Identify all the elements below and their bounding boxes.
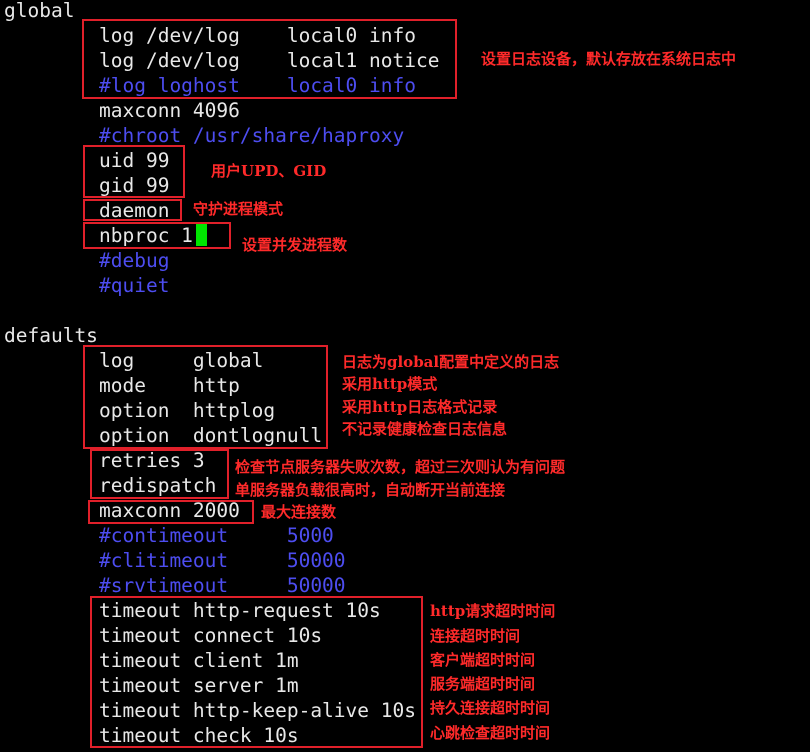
- config-line: log global: [99, 349, 264, 372]
- config-comment-line: #quiet: [99, 274, 170, 297]
- note-timeout-client: 客户端超时时间: [430, 651, 536, 669]
- config-comment-line: #srvtimeout 50000: [99, 574, 346, 597]
- config-comment-line: #chroot /usr/share/haproxy: [99, 124, 405, 147]
- note-nbproc: 设置并发进程数: [242, 236, 348, 254]
- config-line: timeout server 1m: [99, 674, 299, 697]
- config-comment-line: #clitimeout 50000: [99, 549, 346, 572]
- note-redispatch: 单服务器负载很高时，自动断开当前连接: [235, 481, 506, 499]
- config-line: defaults: [4, 324, 98, 347]
- config-line: timeout http-keep-alive 10s: [99, 699, 416, 722]
- config-line: retries 3: [99, 449, 205, 472]
- config-line: timeout client 1m: [99, 649, 299, 672]
- note-maxconn: 最大连接数: [261, 503, 337, 521]
- config-line: timeout check 10s: [99, 724, 299, 747]
- config-line: maxconn 4096: [99, 99, 240, 122]
- note-option-httplog: 采用http日志格式记录: [342, 398, 498, 416]
- config-line: option httplog: [99, 399, 276, 422]
- note-daemon: 守护进程模式: [193, 200, 284, 218]
- config-line: uid 99: [99, 149, 170, 172]
- config-line: timeout connect 10s: [99, 624, 323, 647]
- note-log-device: 设置日志设备，默认存放在系统日志中: [481, 50, 737, 68]
- config-line: gid 99: [99, 174, 170, 197]
- note-timeout-check: 心跳检查超时时间: [430, 724, 551, 742]
- config-comment-line: #log loghost local0 info: [99, 74, 416, 97]
- note-mode-http: 采用http模式: [342, 375, 438, 393]
- text-cursor: [196, 224, 207, 246]
- note-uid-gid: 用户UPD、GID: [211, 162, 327, 180]
- config-line: log /dev/log local1 notice: [99, 49, 440, 72]
- config-line: timeout http-request 10s: [99, 599, 381, 622]
- config-comment-line: #debug: [99, 249, 170, 272]
- terminal-window[interactable]: global log /dev/log local0 info log /dev/l…: [0, 0, 810, 752]
- config-line: redispatch: [99, 474, 217, 497]
- note-timeout-connect: 连接超时时间: [430, 627, 521, 645]
- note-timeout-http-request: http请求超时时间: [430, 602, 556, 620]
- config-line: option dontlognull: [99, 424, 323, 447]
- config-line: nbproc 1: [99, 224, 193, 247]
- config-line: global: [4, 0, 75, 22]
- note-timeout-keep-alive: 持久连接超时时间: [430, 699, 551, 717]
- config-line: daemon: [99, 199, 170, 222]
- config-comment-line: #contimeout 5000: [99, 524, 334, 547]
- note-option-dontlognull: 不记录健康检查日志信息: [342, 420, 508, 438]
- note-timeout-server: 服务端超时时间: [430, 675, 536, 693]
- config-line: mode http: [99, 374, 240, 397]
- config-line: maxconn 2000: [99, 499, 240, 522]
- note-retries: 检查节点服务器失败次数，超过三次则认为有问题: [235, 458, 566, 476]
- config-line: log /dev/log local0 info: [99, 24, 416, 47]
- note-log-global: 日志为global配置中定义的日志: [342, 353, 560, 371]
